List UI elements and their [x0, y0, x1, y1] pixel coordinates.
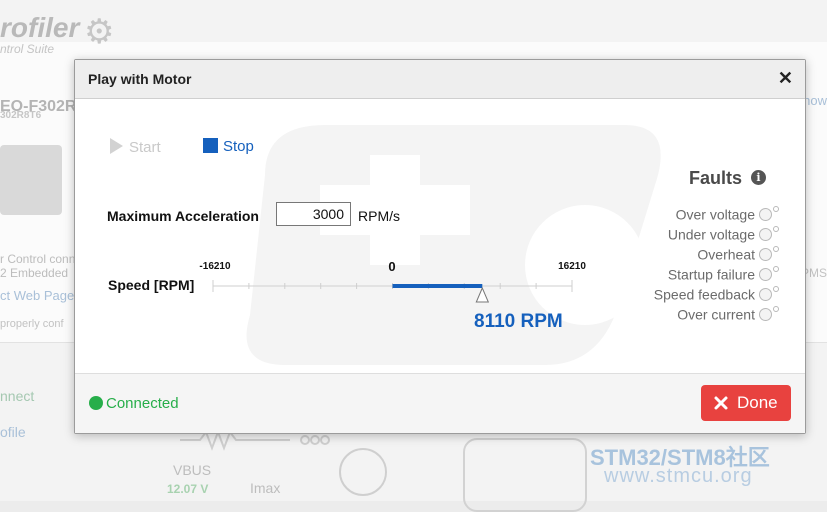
gear-icon: ⚙	[84, 13, 115, 51]
fault-indicator-small-icon	[773, 246, 779, 252]
nav-profile: ofile	[0, 424, 26, 440]
app-logo-subtitle: ntrol Suite	[0, 42, 55, 56]
fault-label: Speed feedback	[653, 286, 755, 303]
fault-indicator-small-icon	[773, 286, 779, 292]
imax-label: Imax	[250, 480, 281, 496]
fault-label: Overheat	[697, 246, 755, 263]
fault-label: Under voltage	[667, 226, 755, 243]
fault-indicator-small-icon	[773, 306, 779, 312]
info-icon[interactable]: i	[751, 170, 766, 185]
max-acceleration-label: Maximum Acceleration	[107, 208, 259, 224]
fault-indicator-small-icon	[773, 226, 779, 232]
nav-connect: nnect	[0, 388, 35, 404]
speed-min-label: -16210	[199, 261, 231, 272]
play-icon	[110, 138, 123, 154]
connection-status-text: Connected	[106, 395, 179, 412]
fault-overheat: Overheat	[697, 245, 779, 263]
fault-indicator-icon	[759, 247, 772, 261]
board-image	[0, 145, 62, 215]
speed-value-readout: 8110 RPM	[474, 311, 563, 332]
fault-over-current: Over current	[677, 305, 779, 323]
done-button[interactable]: Done	[701, 385, 791, 421]
fault-label: Over voltage	[675, 206, 755, 223]
close-icon[interactable]: ✕	[778, 68, 793, 89]
stop-button-label: Stop	[223, 138, 254, 155]
fault-indicator-small-icon	[773, 206, 779, 212]
fault-indicator-icon	[759, 307, 772, 321]
fault-startup-failure: Startup failure	[668, 265, 779, 283]
fault-label: Over current	[677, 306, 755, 323]
fault-indicator-icon	[759, 267, 772, 281]
max-acceleration-input[interactable]	[276, 202, 351, 226]
connection-status-icon	[89, 396, 103, 410]
speed-label: Speed [RPM]	[108, 277, 195, 293]
background-text: properly conf	[0, 318, 64, 330]
dialog-header: Play with Motor ✕	[75, 60, 805, 99]
fault-label: Startup failure	[667, 266, 755, 283]
board-part-number: 302R8T6	[0, 110, 42, 121]
background-link-right: how	[803, 93, 827, 108]
fault-indicator-icon	[759, 227, 772, 241]
fault-speed-feedback: Speed feedback	[654, 285, 779, 303]
fault-under-voltage: Under voltage	[668, 225, 779, 243]
speed-zero-label: 0	[388, 259, 395, 274]
vbus-value: 12.07 V	[167, 482, 209, 496]
watermark-url: www.stmcu.org	[604, 465, 753, 487]
dialog-title: Play with Motor	[88, 71, 192, 87]
slider-thumb[interactable]	[475, 286, 490, 303]
product-web-page-link: ct Web Page	[0, 288, 75, 303]
power-source-icon	[339, 448, 387, 496]
vbus-label: VBUS	[173, 462, 212, 478]
speed-max-label: 16210	[558, 261, 586, 272]
faults-title: Faults	[689, 168, 743, 188]
background-text: r Control conn	[0, 252, 76, 266]
stop-button[interactable]: Stop	[203, 138, 254, 155]
close-icon	[714, 396, 728, 410]
start-button[interactable]: Start	[110, 138, 161, 156]
dialog-footer: Connected Done	[75, 373, 805, 433]
fault-indicator-icon	[759, 287, 772, 301]
fault-over-voltage: Over voltage	[676, 205, 779, 223]
background-text: 2 Embedded	[0, 266, 69, 280]
fault-indicator-small-icon	[773, 266, 779, 272]
stop-icon	[203, 138, 218, 153]
done-button-label: Done	[737, 393, 778, 412]
start-button-label: Start	[129, 139, 161, 156]
fault-indicator-icon	[759, 207, 772, 221]
acceleration-unit: RPM/s	[358, 208, 400, 224]
st-logo-watermark	[246, 125, 661, 365]
app-logo-text: rofiler	[0, 12, 80, 43]
play-with-motor-dialog: Play with Motor ✕ Start Stop Maximum Acc…	[74, 59, 806, 434]
